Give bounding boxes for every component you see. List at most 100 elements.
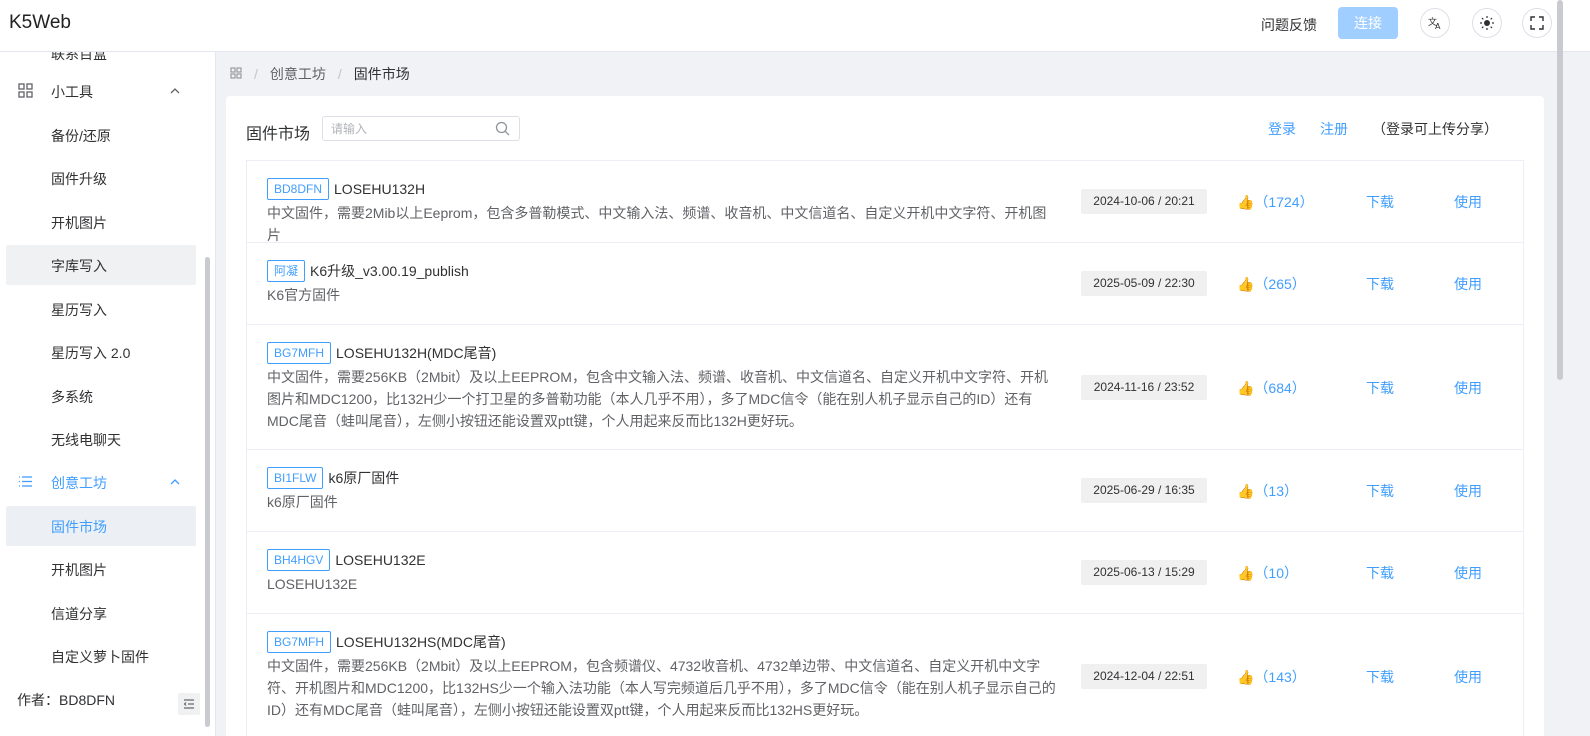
like-button[interactable]: 👍（10）	[1237, 563, 1317, 583]
download-button[interactable]: 下载	[1366, 378, 1394, 398]
use-button[interactable]: 使用	[1454, 378, 1482, 398]
like-button[interactable]: 👍（1724）	[1237, 192, 1317, 212]
firmware-name: LOSEHU132H(MDC尾音)	[336, 345, 497, 361]
translate-icon[interactable]: 文A	[1420, 8, 1450, 38]
sidebar-scrollbar[interactable]	[205, 257, 210, 727]
register-link[interactable]: 注册	[1320, 119, 1348, 139]
sidebar-item-backup[interactable]: 备份/还原	[6, 115, 196, 155]
breadcrumb-item[interactable]: 创意工坊	[270, 64, 326, 84]
use-button[interactable]: 使用	[1454, 274, 1482, 294]
date-badge: 2024-11-16 / 23:52	[1081, 375, 1207, 400]
page-title: 固件市场	[246, 126, 311, 143]
sidebar-item-custom-firmware[interactable]: 自定义萝卜固件	[6, 636, 196, 676]
sidebar-item-boot-image-share[interactable]: 开机图片	[6, 549, 196, 589]
sidebar-item-label: 备份/还原	[51, 128, 111, 144]
download-button[interactable]: 下载	[1366, 274, 1394, 294]
feedback-link[interactable]: 问题反馈	[1261, 15, 1317, 35]
sidebar-item-label: 自定义萝卜固件	[51, 649, 149, 665]
firmware-desc: 中文固件，需要2Mib以上Eeprom，包含多普勒模式、中文输入法、频谱、收音机…	[267, 205, 1047, 243]
sidebar-item-label: 开机图片	[51, 562, 107, 578]
sidebar-item-channel-share[interactable]: 信道分享	[6, 593, 196, 633]
date-badge: 2024-12-04 / 22:51	[1081, 664, 1207, 689]
sidebar-group-tools[interactable]: 小工具	[6, 71, 196, 111]
sidebar-item-font-write[interactable]: 字库写入	[6, 245, 196, 285]
date-badge: 2025-06-29 / 16:35	[1081, 478, 1207, 503]
use-button[interactable]: 使用	[1454, 563, 1482, 583]
download-button[interactable]: 下载	[1366, 667, 1394, 687]
firmware-desc: LOSEHU132E	[267, 576, 358, 592]
firmware-name: K6升级_v3.00.19_publish	[310, 263, 469, 279]
table-row: BI1FLW k6原厂固件 k6原厂固件 2025-06-29 / 16:35 👍…	[247, 450, 1523, 532]
sidebar-item-radio-chat[interactable]: 无线电聊天	[6, 419, 196, 459]
table-row: BH4HGV LOSEHU132E LOSEHU132E 2025-06-13 /…	[247, 532, 1523, 614]
sidebar-item-boot-image[interactable]: 开机图片	[6, 202, 196, 242]
sidebar-item-label: 信道分享	[51, 606, 107, 622]
firmware-desc: k6原厂固件	[267, 494, 338, 510]
sidebar-item-firmware-upgrade[interactable]: 固件升级	[6, 158, 196, 198]
sidebar-item-label: 固件升级	[51, 171, 107, 187]
date-badge: 2024-10-06 / 20:21	[1081, 189, 1207, 214]
connect-button[interactable]: 连接	[1338, 7, 1398, 39]
firmware-table: BD8DFN LOSEHU132H 中文固件，需要2Mib以上Eeprom，包含多…	[246, 160, 1524, 736]
app-logo: K5Web	[9, 12, 71, 33]
search-input[interactable]	[331, 120, 491, 138]
sidebar: 联系百盒 小工具 备份/还原 固件升级 开机图片 字库写入 星历写入 星历写入 …	[0, 52, 216, 736]
firmware-name: LOSEHU132E	[335, 552, 426, 568]
date-badge: 2025-05-09 / 22:30	[1081, 271, 1207, 296]
download-button[interactable]: 下载	[1366, 563, 1394, 583]
author-label: 作者：BD8DFN	[17, 692, 116, 708]
like-button[interactable]: 👍（265）	[1237, 274, 1317, 294]
sidebar-item-label: 星历写入	[51, 302, 107, 318]
sidebar-item-label: 无线电聊天	[51, 432, 121, 448]
like-button[interactable]: 👍（143）	[1237, 667, 1317, 687]
author-tag: BH4HGV	[267, 549, 331, 571]
upload-hint: （登录可上传分享）	[1372, 121, 1498, 137]
download-button[interactable]: 下载	[1366, 481, 1394, 501]
sidebar-item-ephemeris[interactable]: 星历写入	[6, 289, 196, 329]
sidebar-item-multi-system[interactable]: 多系统	[6, 376, 196, 416]
author-tag: BD8DFN	[267, 178, 330, 200]
sidebar-item-cutoff[interactable]: 联系百盒	[51, 52, 107, 64]
fullscreen-icon[interactable]	[1522, 8, 1552, 38]
firmware-name: LOSEHU132H	[334, 181, 426, 197]
breadcrumb-separator: /	[254, 66, 258, 82]
sidebar-group-label: 创意工坊	[51, 475, 107, 491]
use-button[interactable]: 使用	[1454, 667, 1482, 687]
download-button[interactable]: 下载	[1366, 192, 1394, 212]
table-row: BD8DFN LOSEHU132H 中文固件，需要2Mib以上Eeprom，包含多…	[247, 161, 1523, 243]
like-button[interactable]: 👍（684）	[1237, 378, 1317, 398]
use-button[interactable]: 使用	[1454, 192, 1482, 212]
page-scrollbar[interactable]	[1557, 0, 1563, 380]
search-field[interactable]	[322, 116, 520, 141]
firmware-name: LOSEHU132HS(MDC尾音)	[336, 634, 506, 650]
date-badge: 2025-06-13 / 15:29	[1081, 560, 1207, 585]
list-icon	[18, 474, 33, 492]
sidebar-item-ephemeris-2[interactable]: 星历写入 2.0	[6, 332, 196, 372]
search-icon[interactable]	[495, 121, 510, 139]
breadcrumb-separator: /	[337, 66, 342, 82]
table-row: BG7MFH LOSEHU132H(MDC尾音) 中文固件，需要256KB（2Mb…	[247, 325, 1523, 450]
sidebar-item-label: 多系统	[51, 389, 93, 405]
collapse-sidebar-icon[interactable]	[178, 693, 200, 715]
author-tag: 阿凝	[267, 260, 306, 282]
chevron-up-icon	[169, 84, 181, 100]
chevron-up-icon	[169, 475, 181, 491]
login-link[interactable]: 登录	[1268, 119, 1296, 139]
author-tag: BG7MFH	[267, 631, 332, 653]
breadcrumb: / 创意工坊 / 固件市场	[230, 64, 410, 84]
firmware-desc: K6官方固件	[267, 287, 341, 303]
theme-sun-icon[interactable]	[1472, 8, 1502, 38]
home-grid-icon[interactable]	[230, 66, 242, 82]
use-button[interactable]: 使用	[1454, 481, 1482, 501]
author-tag: BI1FLW	[267, 467, 324, 489]
sidebar-item-firmware-market[interactable]: 固件市场	[6, 506, 196, 546]
svg-text:A: A	[1435, 22, 1441, 30]
sidebar-item-label: 字库写入	[51, 258, 107, 274]
firmware-market-card: 固件市场 登录 注册 （登录可上传分享） BD8DFNLOSEHU132H 中文…	[226, 96, 1544, 736]
sidebar-item-label: 固件市场	[51, 519, 107, 535]
top-header: K5Web 问题反馈 连接 文A	[0, 0, 1590, 52]
table-row: BG7MFH LOSEHU132HS(MDC尾音) 中文固件，需要256KB（2M…	[247, 614, 1523, 736]
sidebar-group-workshop[interactable]: 创意工坊	[6, 462, 196, 502]
firmware-desc: 中文固件，需要256KB（2Mbit）及以上EEPROM，包含频谱仪、4732收…	[267, 658, 1056, 718]
like-button[interactable]: 👍（13）	[1237, 481, 1317, 501]
